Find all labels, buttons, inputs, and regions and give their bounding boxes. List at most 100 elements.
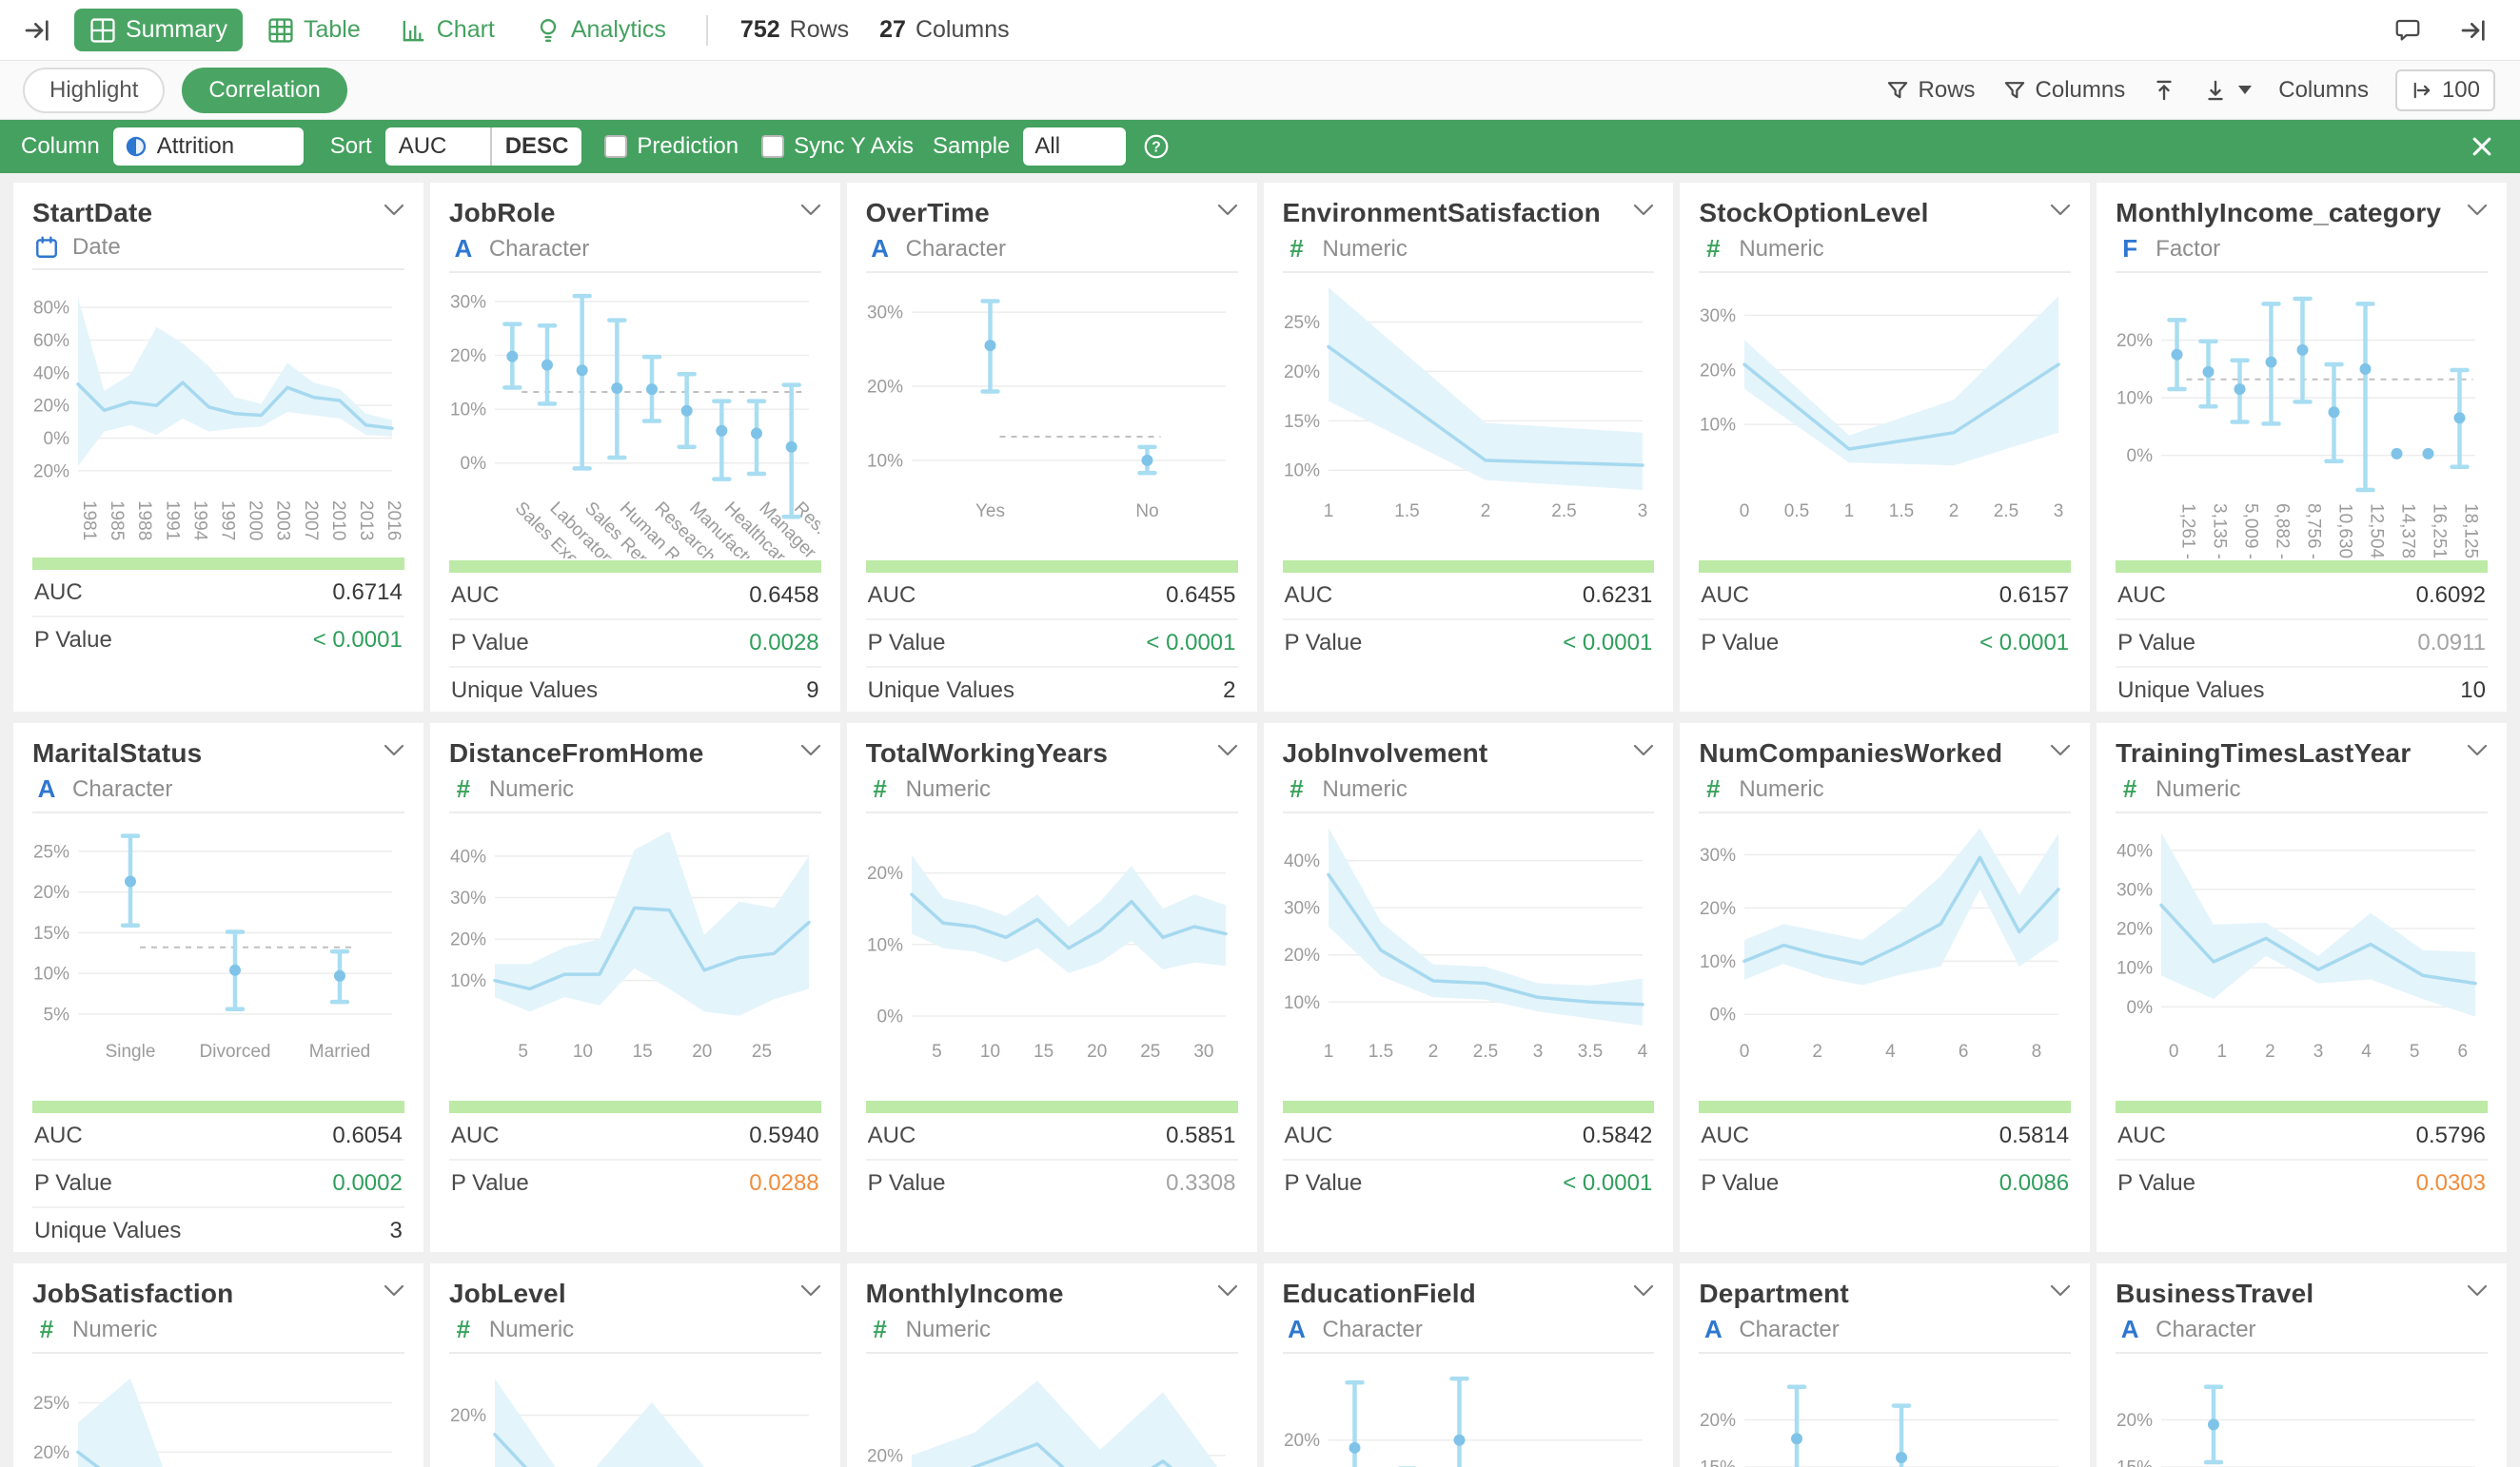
svg-text:2010: 2010	[328, 500, 348, 540]
column-type-label: Numeric	[489, 1317, 574, 1343]
auc-row: AUC0.5851	[866, 1113, 1238, 1159]
card-title-row: TrainingTimesLastYear	[2116, 738, 2488, 769]
svg-text:30%: 30%	[450, 889, 486, 909]
filter-columns-button[interactable]: Columns	[2002, 77, 2126, 104]
column-type-label: Numeric	[1323, 236, 1408, 263]
chevron-down-icon[interactable]	[800, 204, 821, 217]
svg-text:No: No	[1135, 501, 1158, 521]
svg-text:10,630 -: 10,630 -	[2335, 503, 2355, 558]
chevron-down-icon[interactable]	[2467, 744, 2488, 757]
chevron-down-icon[interactable]	[1217, 1284, 1238, 1298]
svg-text:0%: 0%	[876, 1007, 903, 1027]
sort-by-select[interactable]: AUC	[385, 127, 490, 166]
svg-text:3: 3	[1532, 1042, 1543, 1062]
filter-rows-button[interactable]: Rows	[1885, 77, 1976, 104]
columns-limit-value: 100	[2442, 77, 2480, 104]
sort-direction-value: DESC	[505, 133, 569, 160]
column-type-row: ACharacter	[449, 234, 821, 264]
numeric-icon: #	[32, 1315, 61, 1344]
card-title-row: JobLevel	[449, 1279, 821, 1309]
tab-analytics[interactable]: Analytics	[520, 9, 681, 51]
sample-select[interactable]: All	[1023, 127, 1126, 166]
column-card: NumCompaniesWorked#Numeric30%20%10%0%024…	[1680, 723, 2090, 1252]
divider	[706, 15, 708, 46]
svg-text:15: 15	[632, 1042, 652, 1062]
svg-text:2: 2	[1813, 1042, 1823, 1062]
tab-table[interactable]: Table	[252, 9, 376, 51]
collapse-left-panel-icon[interactable]	[17, 10, 59, 51]
character-icon: A	[2116, 1315, 2144, 1344]
collapse-right-panel-icon[interactable]	[2453, 10, 2495, 51]
svg-text:2: 2	[2265, 1042, 2275, 1062]
sort-direction-button[interactable]: DESC	[490, 127, 582, 166]
svg-text:1.5: 1.5	[1368, 1042, 1392, 1062]
tab-label: Table	[304, 16, 361, 44]
svg-text:1988: 1988	[134, 500, 154, 540]
upload-button[interactable]	[2152, 78, 2176, 103]
svg-text:1: 1	[1323, 501, 1333, 521]
svg-text:5%: 5%	[44, 1005, 70, 1025]
card-header: MonthlyIncome_categoryFFactor	[2116, 198, 2488, 273]
chevron-down-icon[interactable]	[2467, 204, 2488, 217]
chevron-down-icon[interactable]	[1633, 1284, 1654, 1298]
chevron-down-icon[interactable]	[1217, 204, 1238, 217]
svg-text:25%: 25%	[33, 842, 69, 862]
card-header: StockOptionLevel#Numeric	[1699, 198, 2071, 273]
svg-text:10%: 10%	[33, 965, 69, 985]
tab-summary[interactable]: Summary	[74, 9, 243, 51]
chevron-down-icon[interactable]	[2050, 204, 2071, 217]
column-card: JobSatisfaction#Numeric25%20%15%10%	[13, 1263, 423, 1467]
correlation-button[interactable]: Correlation	[182, 68, 346, 113]
svg-text:0: 0	[1740, 1042, 1750, 1062]
svg-text:10%: 10%	[867, 451, 903, 471]
unique-values: 9	[806, 677, 818, 704]
column-type-row: #Numeric	[2116, 774, 2488, 804]
auc-value: 0.5814	[1999, 1123, 2069, 1149]
chevron-down-icon[interactable]	[2050, 1284, 2071, 1298]
column-type-label: Numeric	[2156, 776, 2240, 803]
svg-text:10%: 10%	[450, 401, 486, 421]
chevron-down-icon[interactable]	[1217, 744, 1238, 757]
p-value-row: P Value0.0911	[2116, 618, 2488, 666]
svg-text:0%: 0%	[1710, 1006, 1737, 1026]
card-header: JobRoleACharacter	[449, 198, 821, 273]
close-icon[interactable]	[2465, 129, 2499, 164]
calendar-icon	[32, 235, 61, 260]
target-column-select[interactable]: Attrition	[113, 127, 304, 166]
sync-y-axis-checkbox[interactable]: Sync Y Axis	[761, 133, 914, 160]
chevron-down-icon[interactable]	[800, 744, 821, 757]
column-title: TotalWorkingYears	[866, 738, 1108, 769]
p-value-row: P Value< 0.0001	[1699, 618, 2071, 666]
chevron-down-icon	[2238, 86, 2252, 94]
view-tabs: Summary Table Chart Analytics	[74, 9, 681, 51]
comment-icon[interactable]	[2387, 10, 2429, 51]
download-button[interactable]	[2203, 78, 2252, 103]
help-icon[interactable]: ?	[1139, 129, 1173, 164]
chevron-down-icon[interactable]	[1633, 744, 1654, 757]
p-value: < 0.0001	[313, 627, 403, 654]
column-card: DepartmentACharacter20%15%10%	[1680, 1263, 2090, 1467]
auc-value: 0.6231	[1583, 582, 1652, 609]
card-title-row: OverTime	[866, 198, 1238, 228]
columns-limit-button[interactable]: 100	[2395, 69, 2495, 111]
highlight-button[interactable]: Highlight	[23, 68, 165, 113]
column-title: BusinessTravel	[2116, 1279, 2313, 1309]
chevron-down-icon[interactable]	[384, 744, 404, 757]
tab-chart[interactable]: Chart	[385, 9, 510, 51]
chevron-down-icon[interactable]	[2467, 1284, 2488, 1298]
chevron-down-icon[interactable]	[384, 204, 404, 217]
auc-label: AUC	[868, 1123, 916, 1149]
p-value-label: P Value	[868, 1170, 946, 1197]
svg-text:40%: 40%	[1283, 851, 1319, 871]
svg-text:12,504 -: 12,504 -	[2367, 503, 2387, 558]
chevron-down-icon[interactable]	[2050, 744, 2071, 757]
chevron-down-icon[interactable]	[1633, 204, 1654, 217]
svg-text:10%: 10%	[2116, 959, 2153, 979]
svg-text:2016: 2016	[384, 500, 404, 540]
svg-text:6: 6	[2458, 1042, 2469, 1062]
prediction-checkbox[interactable]: Prediction	[604, 133, 738, 160]
chevron-down-icon[interactable]	[800, 1284, 821, 1298]
distribution-chart: 80%60%40%20%0%-20%1981198519881991199419…	[32, 270, 404, 556]
sample-value: All	[1034, 133, 1060, 160]
chevron-down-icon[interactable]	[384, 1284, 404, 1298]
